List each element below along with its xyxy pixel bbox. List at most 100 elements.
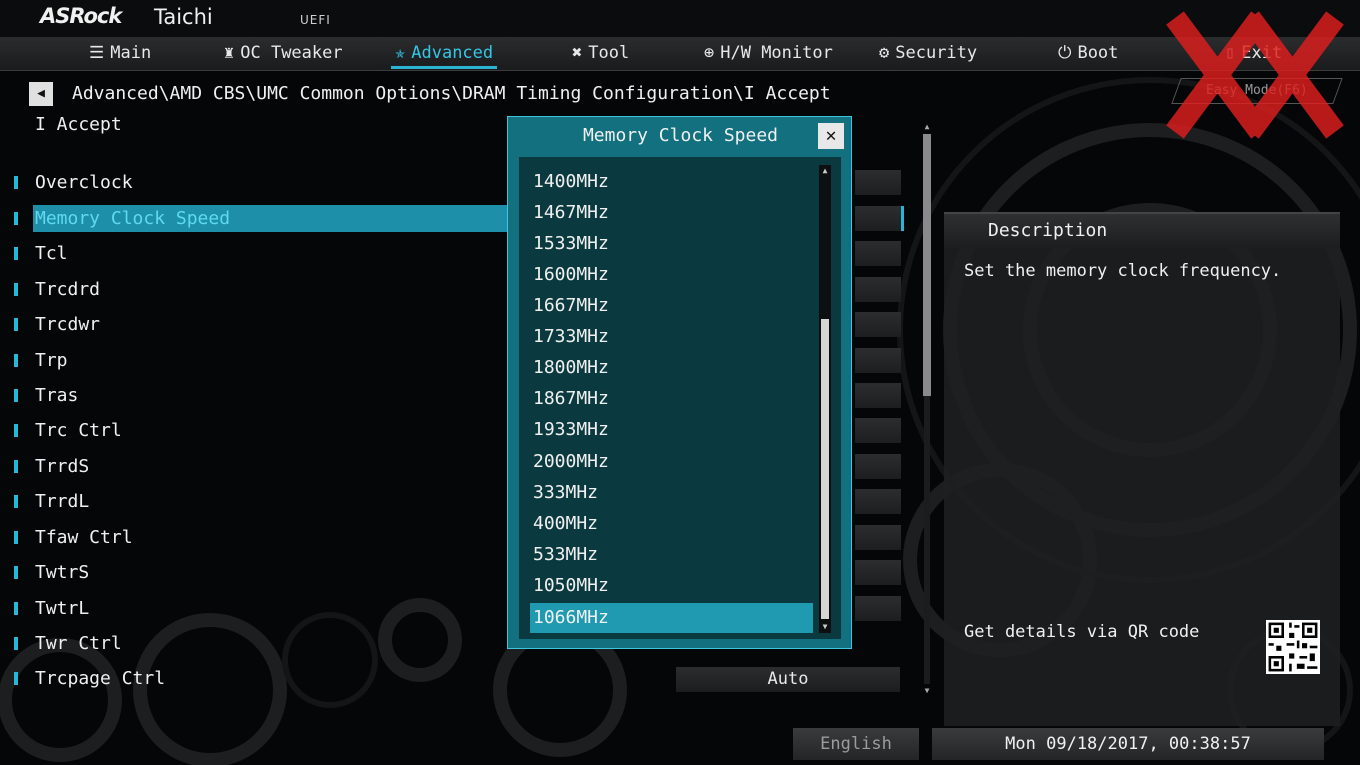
- watermark-x-icon: [1166, 11, 1344, 139]
- option-item-selected[interactable]: 1066MHz: [530, 603, 813, 633]
- setting-tfaw-ctrl[interactable]: Tfaw Ctrl: [14, 524, 504, 551]
- item-marker: [14, 495, 18, 508]
- setting-twtrs[interactable]: TwtrS: [14, 559, 504, 586]
- option-item[interactable]: 1867MHz: [530, 384, 813, 414]
- setting-value-box[interactable]: [855, 312, 901, 337]
- model-name: Taichi: [154, 5, 213, 29]
- rocket-icon: ♜: [224, 43, 235, 63]
- option-item[interactable]: 333MHz: [530, 478, 813, 508]
- tab-advanced[interactable]: ✯ Advanced: [390, 37, 498, 69]
- list-icon: ☰: [89, 43, 105, 63]
- close-button[interactable]: ✕: [818, 123, 844, 149]
- tab-security[interactable]: ⚙ Security: [879, 37, 977, 69]
- dialog-title: Memory Clock Speed: [582, 125, 779, 146]
- scroll-up-icon[interactable]: ▲: [819, 165, 831, 177]
- crosshair-icon: ⊕: [704, 43, 715, 63]
- option-item[interactable]: 1933MHz: [530, 415, 813, 445]
- tab-boot[interactable]: ⏻ Boot: [1058, 37, 1118, 69]
- setting-trcdrd[interactable]: Trcdrd: [14, 276, 504, 303]
- setting-label: Tfaw Ctrl: [35, 527, 133, 548]
- option-item[interactable]: 1600MHz: [530, 260, 813, 290]
- tab-security-label: Security: [895, 43, 978, 63]
- option-item[interactable]: 1800MHz: [530, 353, 813, 383]
- setting-value-box[interactable]: [855, 560, 901, 585]
- description-panel: Description Set the memory clock frequen…: [944, 212, 1340, 726]
- option-item[interactable]: 1667MHz: [530, 291, 813, 321]
- setting-value-box[interactable]: [855, 170, 901, 195]
- setting-value-box[interactable]: [855, 489, 901, 514]
- setting-trp[interactable]: Trp: [14, 347, 504, 374]
- qr-code-icon: [1266, 620, 1320, 674]
- tab-tool[interactable]: ✖ Tool: [572, 37, 629, 69]
- back-button[interactable]: ◀: [29, 82, 53, 106]
- setting-value-box[interactable]: [855, 277, 901, 302]
- tab-oc-tweaker[interactable]: ♜ OC Tweaker: [224, 37, 343, 69]
- tab-hw-monitor[interactable]: ⊕ H/W Monitor: [704, 37, 833, 69]
- breadcrumb: Advanced\AMD CBS\UMC Common Options\DRAM…: [72, 83, 831, 104]
- setting-value-box[interactable]: [855, 525, 901, 550]
- setting-value-box[interactable]: [855, 454, 901, 479]
- setting-twtrl[interactable]: TwtrL: [14, 595, 504, 622]
- setting-tras[interactable]: Tras: [14, 382, 504, 409]
- setting-label: TwtrS: [35, 562, 90, 583]
- item-marker: [14, 566, 18, 579]
- scroll-down-icon[interactable]: ▼: [819, 621, 831, 633]
- tab-hw-monitor-label: H/W Monitor: [720, 43, 833, 63]
- option-item[interactable]: 1733MHz: [530, 322, 813, 352]
- setting-value-box[interactable]: [855, 206, 904, 231]
- setting-label: Trc Ctrl: [35, 420, 122, 441]
- option-item[interactable]: 2000MHz: [530, 447, 813, 477]
- setting-value-box[interactable]: [855, 348, 901, 373]
- setting-overclock[interactable]: Overclock: [14, 169, 504, 196]
- item-marker: [14, 637, 18, 650]
- setting-trc-ctrl[interactable]: Trc Ctrl: [14, 417, 504, 444]
- tab-oc-tweaker-label: OC Tweaker: [240, 43, 343, 63]
- scroll-up-icon[interactable]: ▲: [922, 122, 932, 132]
- arrow-left-icon: ◀: [37, 86, 45, 101]
- language-selector[interactable]: English: [793, 728, 919, 760]
- scroll-thumb[interactable]: [821, 319, 829, 619]
- setting-tcl[interactable]: Tcl: [14, 240, 504, 267]
- main-menu-bar: ☰ Main ♜ OC Tweaker ✯ Advanced ✖ Tool ⊕ …: [0, 37, 1360, 71]
- item-marker: [14, 602, 18, 615]
- star-icon: ✯: [395, 43, 406, 63]
- description-title: Description: [988, 220, 1108, 241]
- setting-value-box[interactable]: [855, 596, 901, 621]
- option-item[interactable]: 1533MHz: [530, 229, 813, 259]
- setting-trrdl[interactable]: TrrdL: [14, 488, 504, 515]
- setting-twr-ctrl[interactable]: Twr Ctrl: [14, 630, 504, 657]
- setting-label: TrrdS: [35, 456, 90, 477]
- settings-scrollbar[interactable]: ▲ ▼: [922, 122, 932, 696]
- firmware-label: UEFI: [300, 13, 331, 27]
- scroll-thumb[interactable]: [923, 134, 931, 396]
- option-item[interactable]: 1400MHz: [530, 167, 813, 197]
- setting-label: Trp: [35, 350, 68, 371]
- option-item[interactable]: 400MHz: [530, 509, 813, 539]
- dialog-scrollbar[interactable]: ▲ ▼: [819, 165, 831, 633]
- setting-trcpage-ctrl[interactable]: Trcpage Ctrl: [14, 665, 504, 692]
- setting-value-box[interactable]: [855, 383, 901, 408]
- setting-label: Twr Ctrl: [35, 633, 122, 654]
- qr-caption: Get details via QR code: [964, 622, 1200, 642]
- page-title: I Accept: [35, 114, 122, 135]
- setting-label: Overclock: [35, 172, 133, 193]
- option-item[interactable]: 1050MHz: [530, 571, 813, 601]
- setting-value-box[interactable]: [855, 241, 901, 266]
- setting-memory-clock-speed[interactable]: Memory Clock Speed: [14, 205, 519, 232]
- scroll-down-icon[interactable]: ▼: [922, 686, 932, 696]
- power-icon: ⏻: [1058, 43, 1072, 63]
- option-item[interactable]: 1467MHz: [530, 198, 813, 228]
- tab-main[interactable]: ☰ Main: [89, 37, 151, 69]
- item-marker: [14, 212, 18, 225]
- shield-gear-icon: ⚙: [879, 43, 890, 63]
- option-list: 1400MHz 1467MHz 1533MHz 1600MHz 1667MHz …: [519, 157, 841, 639]
- setting-trrds[interactable]: TrrdS: [14, 453, 504, 480]
- setting-label: TwtrL: [35, 598, 90, 619]
- tab-advanced-label: Advanced: [411, 43, 494, 63]
- brand-logo: ASRock: [40, 4, 122, 28]
- setting-value-box[interactable]: [855, 418, 901, 443]
- option-item[interactable]: 533MHz: [530, 540, 813, 570]
- trcpage-ctrl-value[interactable]: Auto: [676, 667, 900, 692]
- setting-trcdwr[interactable]: Trcdwr: [14, 311, 504, 338]
- item-marker: [14, 424, 18, 437]
